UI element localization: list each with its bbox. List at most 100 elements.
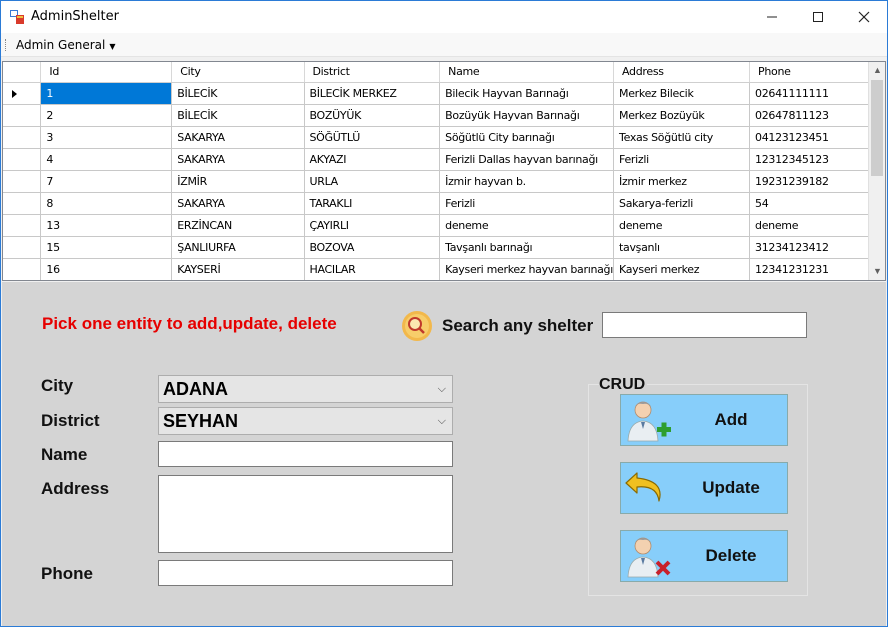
row-header[interactable] (3, 236, 42, 259)
cell-name[interactable]: Tavşanlı barınağı (439, 236, 615, 259)
row-header[interactable] (3, 126, 42, 149)
cell-id[interactable]: 1 (40, 82, 173, 105)
grid-vertical-scrollbar[interactable]: ▲ ▼ (868, 62, 885, 280)
cell-city[interactable]: BİLECİK (171, 104, 305, 127)
table-row[interactable]: 8 SAKARYA TARAKLI Ferizli Sakarya-ferizli 54 (3, 192, 885, 215)
cell-address[interactable]: Kayseri merkez (613, 258, 751, 280)
cell-name[interactable]: Bozüyük Hayvan Barınağı (439, 104, 615, 127)
address-textarea[interactable] (158, 475, 453, 553)
cell-address[interactable]: Merkez Bozüyük (613, 104, 751, 127)
shelter-data-grid[interactable]: Id City District Name Address Phone 1 BİL… (2, 61, 886, 281)
cell-district[interactable]: HACILAR (304, 258, 441, 280)
cell-phone[interactable]: 04123123451 (749, 126, 885, 149)
cell-id[interactable]: 8 (40, 192, 173, 215)
scroll-up-icon[interactable]: ▲ (869, 62, 885, 79)
cell-city[interactable]: KAYSERİ (171, 258, 305, 280)
cell-name[interactable]: Söğütlü City barınağı (439, 126, 615, 149)
cell-phone[interactable]: 54 (749, 192, 885, 215)
close-button[interactable] (841, 1, 887, 33)
city-combobox[interactable]: ADANA ⌵ (158, 375, 453, 403)
cell-id[interactable]: 4 (40, 148, 173, 171)
cell-city[interactable]: ŞANLIURFA (171, 236, 305, 259)
row-header[interactable] (3, 82, 42, 105)
cell-address[interactable]: tavşanlı (613, 236, 751, 259)
cell-phone[interactable]: 31234123412 (749, 236, 885, 259)
cell-district[interactable]: BOZÜYÜK (304, 104, 441, 127)
row-header[interactable] (3, 214, 42, 237)
cell-name[interactable]: İzmir hayvan b. (439, 170, 615, 193)
cell-id[interactable]: 3 (40, 126, 173, 149)
cell-phone[interactable]: 12341231231 (749, 258, 885, 280)
cell-address[interactable]: İzmir merkez (613, 170, 751, 193)
table-row[interactable]: 16 KAYSERİ HACILAR Kayseri merkez hayvan ba… (3, 258, 885, 280)
minimize-button[interactable] (749, 1, 795, 33)
table-row[interactable]: 2 BİLECİK BOZÜYÜK Bozüyük Hayvan Barınağı Me… (3, 104, 885, 127)
update-button[interactable]: Update (620, 462, 788, 514)
cell-city[interactable]: SAKARYA (171, 148, 305, 171)
cell-district[interactable]: TARAKLI (304, 192, 441, 215)
column-header-name[interactable]: Name (439, 62, 615, 83)
row-header[interactable] (3, 148, 42, 171)
maximize-button[interactable] (795, 1, 841, 33)
cell-id[interactable]: 13 (40, 214, 173, 237)
cell-address[interactable]: Sakarya-ferizli (613, 192, 751, 215)
cell-district[interactable]: SÖĞÜTLÜ (304, 126, 441, 149)
cell-district[interactable]: URLA (304, 170, 441, 193)
cell-phone[interactable]: 02647811123 (749, 104, 885, 127)
cell-address[interactable]: Ferizli (613, 148, 751, 171)
cell-district[interactable]: BİLECİK MERKEZ (304, 82, 441, 105)
cell-name[interactable]: deneme (439, 214, 615, 237)
cell-address[interactable]: Texas Söğütlü city (613, 126, 751, 149)
column-header-district[interactable]: District (304, 62, 441, 83)
table-row[interactable]: 7 İZMİR URLA İzmir hayvan b. İzmir merkez 192… (3, 170, 885, 193)
search-input[interactable] (602, 312, 807, 338)
phone-input[interactable] (158, 560, 453, 586)
table-row[interactable]: 4 SAKARYA AKYAZI Ferizli Dallas hayvan barı… (3, 148, 885, 171)
cell-phone[interactable]: 12312345123 (749, 148, 885, 171)
table-row[interactable]: 1 BİLECİK BİLECİK MERKEZ Bilecik Hayvan Bar… (3, 82, 885, 105)
cell-name[interactable]: Bilecik Hayvan Barınağı (439, 82, 615, 105)
table-row[interactable]: 13 ERZİNCAN ÇAYIRLI deneme deneme deneme (3, 214, 885, 237)
title-bar[interactable]: AdminShelter (1, 1, 887, 33)
cell-phone[interactable]: 02641111111 (749, 82, 885, 105)
cell-id[interactable]: 15 (40, 236, 173, 259)
row-header[interactable] (3, 170, 42, 193)
cell-id[interactable]: 7 (40, 170, 173, 193)
cell-district[interactable]: AKYAZI (304, 148, 441, 171)
row-header[interactable] (3, 258, 42, 280)
add-button[interactable]: Add (620, 394, 788, 446)
cell-city[interactable]: İZMİR (171, 170, 305, 193)
search-icon[interactable] (401, 310, 433, 342)
cell-name[interactable]: Ferizli Dallas hayvan barınağı (439, 148, 615, 171)
name-input[interactable] (158, 441, 453, 467)
cell-phone[interactable]: deneme (749, 214, 885, 237)
column-header-address[interactable]: Address (613, 62, 751, 83)
row-header[interactable] (3, 104, 42, 127)
cell-city[interactable]: ERZİNCAN (171, 214, 305, 237)
cell-district[interactable]: BOZOVA (304, 236, 441, 259)
column-header-city[interactable]: City (171, 62, 305, 83)
scroll-down-icon[interactable]: ▼ (869, 263, 885, 280)
grid-corner-header[interactable] (3, 62, 42, 83)
cell-address[interactable]: deneme (613, 214, 751, 237)
cell-id[interactable]: 16 (40, 258, 173, 280)
table-row[interactable]: 15 ŞANLIURFA BOZOVA Tavşanlı barınağı tavşan… (3, 236, 885, 259)
toolstrip-grip[interactable] (5, 39, 8, 51)
cell-phone[interactable]: 19231239182 (749, 170, 885, 193)
cell-name[interactable]: Ferizli (439, 192, 615, 215)
table-row[interactable]: 3 SAKARYA SÖĞÜTLÜ Söğütlü City barınağı Texa… (3, 126, 885, 149)
scroll-thumb[interactable] (871, 80, 883, 176)
cell-city[interactable]: BİLECİK (171, 82, 305, 105)
column-header-phone[interactable]: Phone (749, 62, 885, 83)
cell-district[interactable]: ÇAYIRLI (304, 214, 441, 237)
row-header[interactable] (3, 192, 42, 215)
delete-button[interactable]: Delete (620, 530, 788, 582)
cell-id[interactable]: 2 (40, 104, 173, 127)
cell-address[interactable]: Merkez Bilecik (613, 82, 751, 105)
cell-name[interactable]: Kayseri merkez hayvan barınağı (439, 258, 615, 280)
column-header-id[interactable]: Id (40, 62, 173, 83)
cell-city[interactable]: SAKARYA (171, 126, 305, 149)
cell-city[interactable]: SAKARYA (171, 192, 305, 215)
menu-admin-general[interactable]: Admin General ▼ (11, 35, 121, 55)
district-combobox[interactable]: SEYHAN ⌵ (158, 407, 453, 435)
